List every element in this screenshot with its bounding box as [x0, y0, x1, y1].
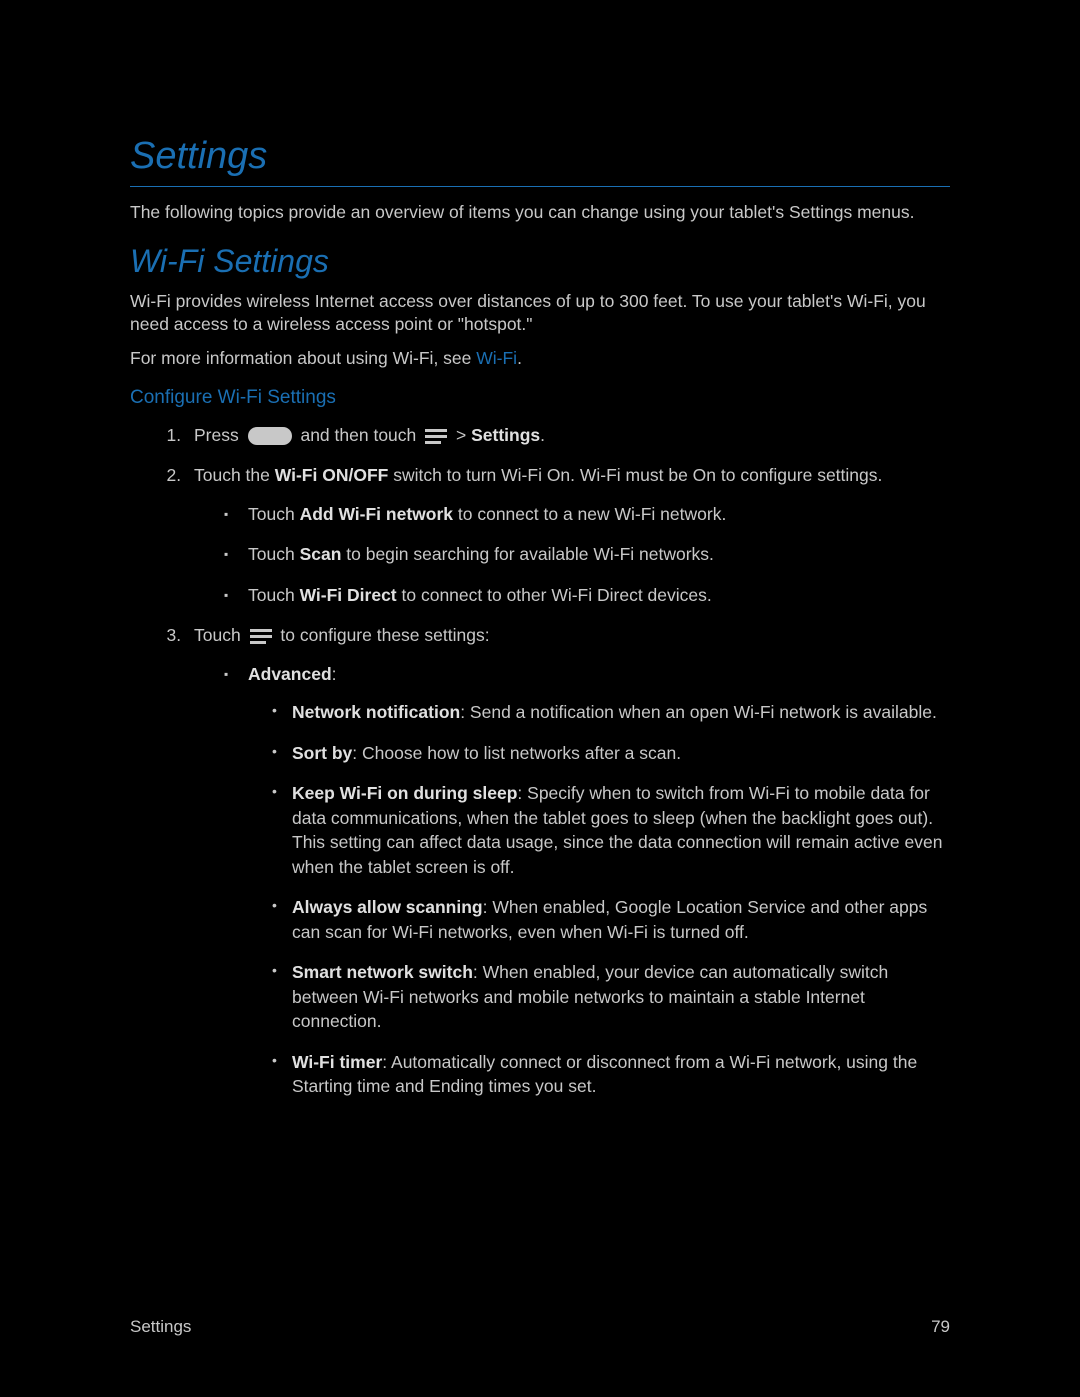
b3-pre: Touch: [248, 585, 300, 605]
wifi-more-post: .: [517, 348, 522, 368]
section-heading-wifi: Wi-Fi Settings: [130, 243, 950, 280]
advanced-label: Advanced: [248, 664, 332, 684]
s3-bold: Keep Wi-Fi on during sleep: [292, 783, 517, 803]
advanced-sublist: Network notification: Send a notificatio…: [248, 700, 950, 1099]
wifi-link[interactable]: Wi-Fi: [476, 348, 517, 368]
b1-post: to connect to a new Wi-Fi network.: [453, 504, 726, 524]
menu-icon: [425, 428, 447, 444]
b2-bold: Scan: [300, 544, 342, 564]
menu-icon: [250, 628, 272, 644]
advanced-colon: :: [332, 664, 337, 684]
step1-gt: >: [451, 425, 471, 445]
sub-allow-scan: Always allow scanning: When enabled, Goo…: [272, 895, 950, 944]
bullet-advanced: Advanced: Network notification: Send a n…: [224, 662, 950, 1099]
sub-sort-by: Sort by: Choose how to list networks aft…: [272, 741, 950, 766]
footer-page-number: 79: [931, 1317, 950, 1337]
step3-pre: Touch: [194, 625, 246, 645]
step-1: Press and then touch > Settings.: [186, 423, 950, 448]
step2-post: switch to turn Wi-Fi On. Wi-Fi must be O…: [388, 465, 882, 485]
wifi-more-pre: For more information about using Wi-Fi, …: [130, 348, 476, 368]
b2-pre: Touch: [248, 544, 300, 564]
page-footer: Settings 79: [130, 1317, 950, 1337]
b2-post: to begin searching for available Wi-Fi n…: [341, 544, 714, 564]
wifi-intro: Wi-Fi provides wireless Internet access …: [130, 290, 950, 337]
b3-bold: Wi-Fi Direct: [300, 585, 397, 605]
step1-post: .: [540, 425, 545, 445]
sub-wifi-timer: Wi-Fi timer: Automatically connect or di…: [272, 1050, 950, 1099]
footer-section: Settings: [130, 1317, 191, 1337]
bullet-add-network: Touch Add Wi-Fi network to connect to a …: [224, 502, 950, 527]
s1-bold: Network notification: [292, 702, 460, 722]
bullet-scan: Touch Scan to begin searching for availa…: [224, 542, 950, 567]
title-divider: [130, 186, 950, 187]
step-2: Touch the Wi-Fi ON/OFF switch to turn Wi…: [186, 463, 950, 607]
b1-bold: Add Wi-Fi network: [300, 504, 453, 524]
step2-pre: Touch the: [194, 465, 275, 485]
steps-list: Press and then touch > Settings. Touch t…: [130, 423, 950, 1099]
step3-bullets: Advanced: Network notification: Send a n…: [194, 662, 950, 1099]
sub-smart-switch: Smart network switch: When enabled, your…: [272, 960, 950, 1034]
step-3: Touch to configure these settings: Advan…: [186, 623, 950, 1099]
s2-bold: Sort by: [292, 743, 352, 763]
sub-keep-wifi: Keep Wi-Fi on during sleep: Specify when…: [272, 781, 950, 879]
page-title: Settings: [130, 135, 950, 178]
wifi-more-info: For more information about using Wi-Fi, …: [130, 347, 950, 371]
step1-settings: Settings: [471, 425, 540, 445]
bullet-wifi-direct: Touch Wi-Fi Direct to connect to other W…: [224, 583, 950, 608]
sub-network-notif: Network notification: Send a notificatio…: [272, 700, 950, 725]
subheading-configure: Configure Wi-Fi Settings: [130, 387, 950, 409]
step2-bullets: Touch Add Wi-Fi network to connect to a …: [194, 502, 950, 608]
document-page: Settings The following topics provide an…: [0, 0, 1080, 1175]
step2-bold: Wi-Fi ON/OFF: [275, 465, 389, 485]
home-button-icon: [248, 427, 292, 445]
step3-post: to configure these settings:: [276, 625, 490, 645]
s4-bold: Always allow scanning: [292, 897, 483, 917]
s1-post: : Send a notification when an open Wi-Fi…: [460, 702, 937, 722]
step1-mid: and then touch: [296, 425, 422, 445]
step1-pre: Press: [194, 425, 244, 445]
intro-text: The following topics provide an overview…: [130, 201, 950, 225]
s6-post: : Automatically connect or disconnect fr…: [292, 1052, 917, 1097]
s5-bold: Smart network switch: [292, 962, 473, 982]
s2-post: : Choose how to list networks after a sc…: [352, 743, 681, 763]
s6-bold: Wi-Fi timer: [292, 1052, 382, 1072]
b3-post: to connect to other Wi-Fi Direct devices…: [397, 585, 712, 605]
b1-pre: Touch: [248, 504, 300, 524]
